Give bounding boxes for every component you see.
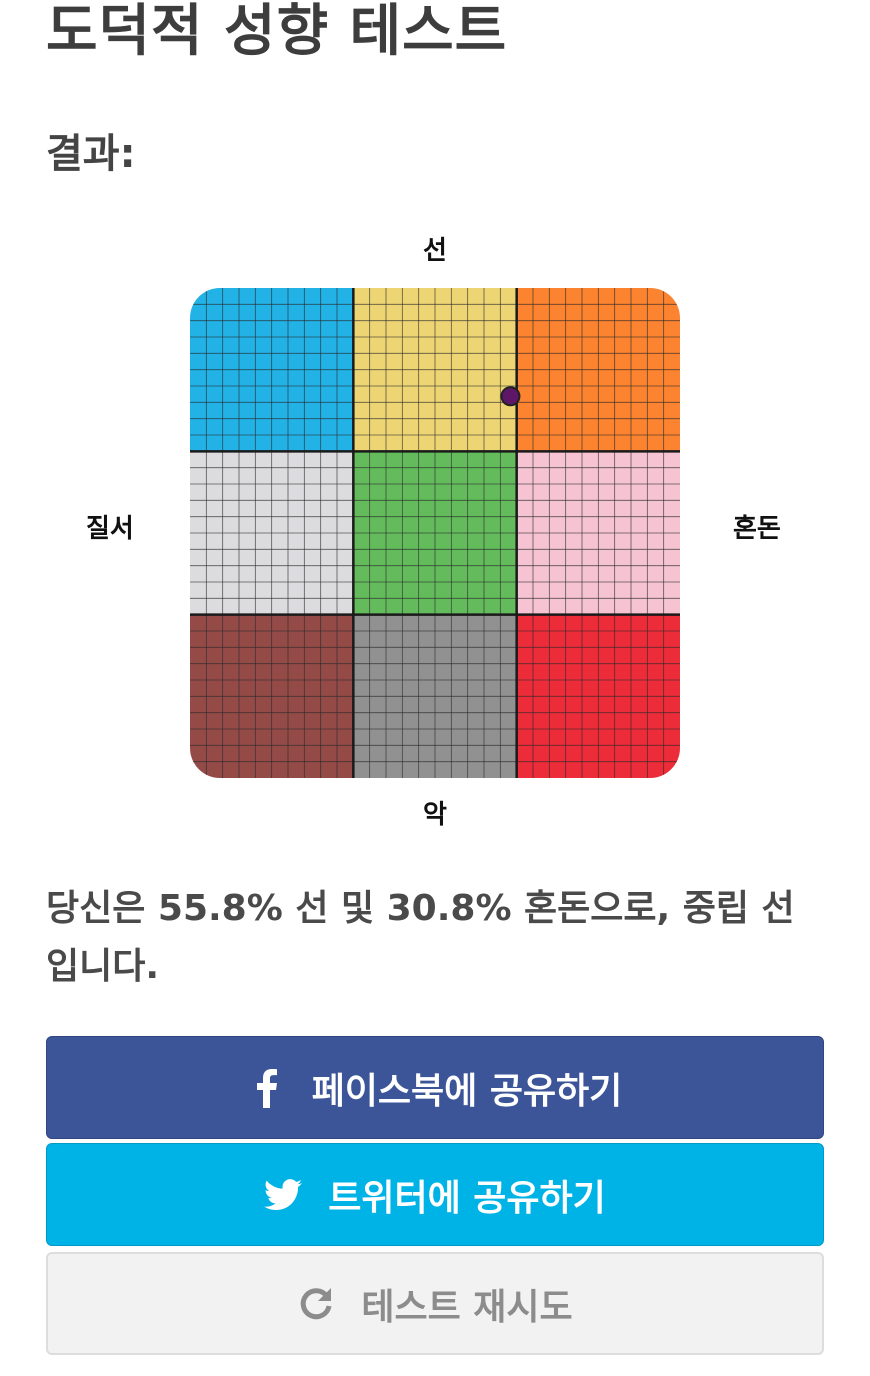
retry-test-label: 테스트 재시도 <box>361 1286 573 1328</box>
result-summary: 당신은 55.8% 선 및 30.8% 혼돈으로, 중립 선입니다. <box>46 888 795 987</box>
facebook-icon <box>248 1068 286 1108</box>
result-point-marker <box>500 386 521 407</box>
result-heading: 결과: <box>46 131 136 177</box>
share-facebook-button[interactable]: 페이스북에 공유하기 <box>46 1036 824 1139</box>
page-title: 도덕적 성향 테스트 <box>46 0 508 64</box>
axis-label-evil: 악 <box>423 800 447 830</box>
retry-test-button[interactable]: 테스트 재시도 <box>46 1252 824 1355</box>
refresh-icon <box>297 1284 335 1324</box>
twitter-icon <box>264 1175 303 1215</box>
axis-label-chaotic: 혼돈 <box>733 514 781 544</box>
axis-label-lawful: 질서 <box>86 514 134 544</box>
share-twitter-label: 트위터에 공유하기 <box>328 1177 606 1219</box>
axis-label-good: 선 <box>423 236 447 266</box>
alignment-chart <box>190 288 680 778</box>
share-facebook-label: 페이스북에 공유하기 <box>311 1070 623 1112</box>
share-twitter-button[interactable]: 트위터에 공유하기 <box>46 1143 824 1246</box>
